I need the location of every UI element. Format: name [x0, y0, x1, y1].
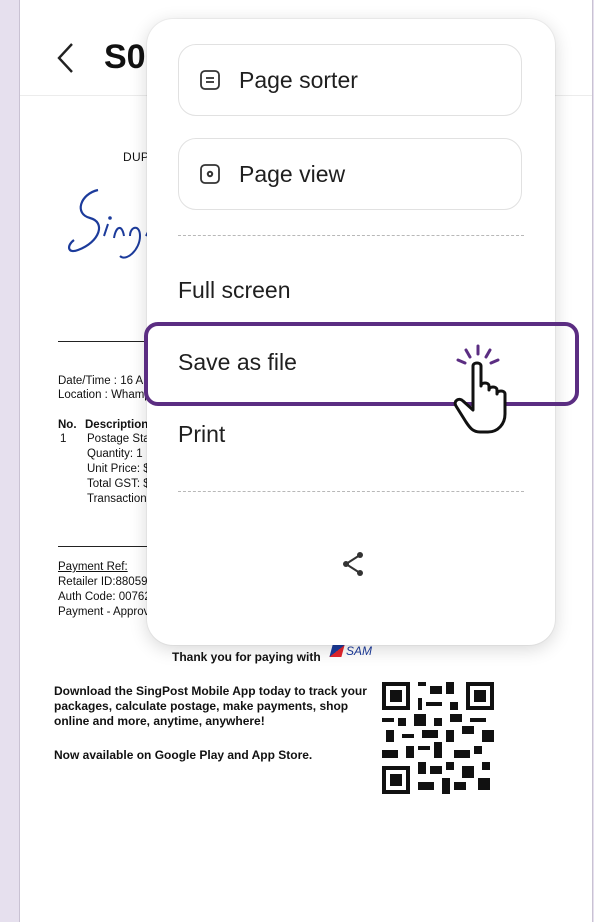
page-view-icon	[200, 164, 220, 184]
location-line: Location : Whampo	[58, 389, 158, 401]
menu-divider	[178, 235, 524, 236]
sam-text: SAM	[346, 644, 373, 658]
item-line: Total GST: $0	[87, 478, 157, 490]
page-sorter-icon	[200, 70, 220, 90]
payment-ref: Payment Ref:	[58, 561, 128, 573]
menu-item-print[interactable]: Print	[178, 421, 225, 448]
page-sorter-button[interactable]: Page sorter	[178, 44, 522, 116]
thanks-text: Thank you for paying with	[172, 650, 321, 664]
auth-code: Auth Code: 007623	[58, 591, 158, 603]
page-view-button[interactable]: Page view	[178, 138, 522, 210]
menu-divider	[178, 491, 524, 492]
item-number: 1	[60, 433, 67, 445]
tap-hand-icon	[453, 344, 507, 434]
page-view-label: Page view	[239, 160, 346, 187]
date-line: Date/Time : 16 Apr	[58, 375, 154, 387]
share-icon[interactable]	[341, 551, 365, 577]
sam-logo: SAM	[329, 644, 373, 658]
qr-code	[382, 682, 494, 794]
menu-item-full-screen[interactable]: Full screen	[178, 277, 290, 304]
save-as-file-highlight	[144, 322, 579, 406]
column-description: Description	[85, 419, 149, 431]
promo-text: Download the SingPost Mobile App today t…	[54, 684, 367, 728]
retailer-id: Retailer ID:8805939	[58, 576, 161, 588]
chevron-left-icon[interactable]	[54, 40, 78, 76]
column-no: No.	[58, 419, 77, 431]
sam-mark-icon	[329, 645, 345, 657]
duplicate-label: DUP	[123, 150, 150, 164]
page-sorter-label: Page sorter	[239, 66, 358, 93]
item-line: Quantity: 1	[87, 448, 143, 460]
availability-text: Now available on Google Play and App Sto…	[54, 748, 313, 762]
